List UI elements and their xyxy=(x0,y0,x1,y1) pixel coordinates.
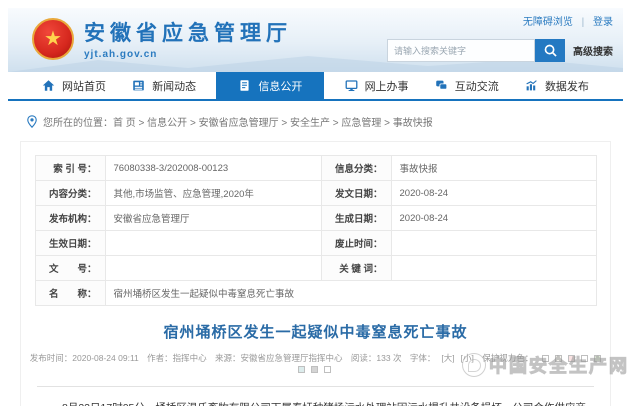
nav-label: 网站首页 xyxy=(62,78,106,94)
search-button[interactable] xyxy=(535,39,565,62)
breadcrumb-prefix: 您所在的位置： xyxy=(43,114,113,129)
field-label-content-class: 内容分类： xyxy=(35,181,105,206)
eye-color-swatch[interactable] xyxy=(311,366,318,373)
location-pin-icon xyxy=(26,115,38,128)
breadcrumb-path[interactable]: 首 页 > 信息公开 > 安徽省应急管理厅 > 安全生产 > 应急管理 > 事故… xyxy=(113,114,433,129)
nav-item-online-services[interactable]: 网上办事 xyxy=(339,72,415,99)
nav-item-info-disclosure[interactable]: 信息公开 xyxy=(216,72,324,99)
field-value-info-class: 事故快报 xyxy=(391,156,596,181)
chart-icon xyxy=(525,79,538,92)
brand-text: 安徽省应急管理厅 yjt.ah.gov.cn xyxy=(84,17,292,60)
site-brand[interactable]: ★ 安徽省应急管理厅 yjt.ah.gov.cn xyxy=(32,17,292,60)
font-size-label: 字体： xyxy=(410,353,436,363)
document-metadata-table: 索 引 号： 76080338-3/202008-00123 信息分类： 事故快… xyxy=(35,155,597,306)
link-separator: | xyxy=(582,17,585,28)
table-row: 索 引 号： 76080338-3/202008-00123 信息分类： 事故快… xyxy=(35,156,596,181)
chat-icon xyxy=(435,79,448,92)
advanced-search-link[interactable]: 高级搜索 xyxy=(573,43,613,58)
field-label-index-no: 索 引 号： xyxy=(35,156,105,181)
field-value-doc-number xyxy=(105,256,321,281)
table-row: 生效日期： 废止时间： xyxy=(35,231,596,256)
field-value-keywords xyxy=(391,256,596,281)
source: 来源：安徽省应急管理厅指挥中心 xyxy=(215,353,343,363)
field-value-created-date: 2020-08-24 xyxy=(391,206,596,231)
font-larger-button[interactable]: [大] xyxy=(441,353,454,363)
eye-color-swatch[interactable] xyxy=(568,355,575,362)
login-link[interactable]: 登录 xyxy=(593,17,613,28)
table-row: 发布机构： 安徽省应急管理厅 生成日期： 2020-08-24 xyxy=(35,206,596,231)
nav-label: 信息公开 xyxy=(258,78,302,94)
field-label-name: 名 称： xyxy=(35,281,105,306)
news-icon xyxy=(132,79,145,92)
site-domain: yjt.ah.gov.cn xyxy=(84,49,292,60)
field-value-effective-date xyxy=(105,231,321,256)
eye-color-swatch[interactable] xyxy=(581,355,588,362)
article-body: 8月22日17时05分，埇桥区温氏畜牧有限公司下属秦圩种猪场污水处理站因污水提升… xyxy=(41,398,590,406)
field-label-issue-date: 发文日期： xyxy=(321,181,391,206)
field-label-doc-number: 文 号： xyxy=(35,256,105,281)
field-label-created-date: 生成日期： xyxy=(321,206,391,231)
field-label-effective-date: 生效日期： xyxy=(35,231,105,256)
document-icon xyxy=(238,79,251,92)
table-row: 内容分类： 其他,市场监管、应急管理,2020年 发文日期： 2020-08-2… xyxy=(35,181,596,206)
nav-label: 新闻动态 xyxy=(152,78,196,94)
national-emblem-logo: ★ xyxy=(32,18,74,60)
field-value-issue-date: 2020-08-24 xyxy=(391,181,596,206)
content-divider xyxy=(37,386,594,387)
search-icon xyxy=(544,44,557,57)
field-value-content-class: 其他,市场监管、应急管理,2020年 xyxy=(105,181,321,206)
main-nav: 网站首页 新闻动态 信息公开 xyxy=(8,72,623,101)
nav-item-interaction[interactable]: 互动交流 xyxy=(429,72,505,99)
field-value-name: 宿州埇桥区发生一起疑似中毒窒息死亡事故 xyxy=(105,281,596,306)
accessibility-link[interactable]: 无障碍浏览 xyxy=(523,17,573,28)
table-row: 名 称： 宿州埇桥区发生一起疑似中毒窒息死亡事故 xyxy=(35,281,596,306)
site-header: 无障碍浏览 | 登录 ★ 安徽省应急管理厅 yjt.ah.gov.cn 高级搜索 xyxy=(8,8,623,72)
nav-label: 互动交流 xyxy=(455,78,499,94)
article-meta: 发布时间：2020-08-24 09:11 作者：指挥中心 来源：安徽省应急管理… xyxy=(21,352,610,374)
publish-time: 发布时间：2020-08-24 09:11 xyxy=(30,353,139,363)
field-label-repeal-date: 废止时间： xyxy=(321,231,391,256)
view-count: 阅读：133 次 xyxy=(351,353,402,363)
field-value-index-no: 76080338-3/202008-00123 xyxy=(105,156,321,181)
content-panel: 索 引 号： 76080338-3/202008-00123 信息分类： 事故快… xyxy=(20,141,611,406)
page: 无障碍浏览 | 登录 ★ 安徽省应急管理厅 yjt.ah.gov.cn 高级搜索 xyxy=(0,0,631,406)
font-smaller-button[interactable]: [小] xyxy=(461,353,474,363)
field-label-publisher: 发布机构： xyxy=(35,206,105,231)
top-links: 无障碍浏览 | 登录 xyxy=(523,13,613,28)
search-input[interactable] xyxy=(387,39,535,62)
eye-protect-label: 保护视力色： xyxy=(482,353,533,363)
body-line-1: 8月22日17时05分，埇桥区温氏畜牧有限公司下属秦圩种猪场污水处理站因污水提升… xyxy=(41,398,590,406)
field-value-repeal-date xyxy=(391,231,596,256)
eye-color-swatch[interactable] xyxy=(555,355,562,362)
eye-color-swatch[interactable] xyxy=(298,366,305,373)
nav-item-data-release[interactable]: 数据发布 xyxy=(519,72,595,99)
nav-label: 网上办事 xyxy=(365,78,409,94)
nav-label: 数据发布 xyxy=(545,78,589,94)
field-label-info-class: 信息分类： xyxy=(321,156,391,181)
home-icon xyxy=(42,79,55,92)
field-value-publisher: 安徽省应急管理厅 xyxy=(105,206,321,231)
table-row: 文 号： 关 键 词： xyxy=(35,256,596,281)
field-label-keywords: 关 键 词： xyxy=(321,256,391,281)
nav-item-news[interactable]: 新闻动态 xyxy=(126,72,202,99)
nav-item-home[interactable]: 网站首页 xyxy=(36,72,112,99)
search-bar: 高级搜索 xyxy=(387,39,613,62)
monitor-icon xyxy=(345,79,358,92)
article-title: 宿州埇桥区发生一起疑似中毒窒息死亡事故 xyxy=(21,321,610,342)
eye-color-swatch[interactable] xyxy=(542,355,549,362)
eye-color-swatch[interactable] xyxy=(324,366,331,373)
eye-color-swatch[interactable] xyxy=(594,355,601,362)
author: 作者：指挥中心 xyxy=(147,353,207,363)
breadcrumb: 您所在的位置： 首 页 > 信息公开 > 安徽省应急管理厅 > 安全生产 > 应… xyxy=(8,103,623,139)
site-title: 安徽省应急管理厅 xyxy=(84,17,292,47)
